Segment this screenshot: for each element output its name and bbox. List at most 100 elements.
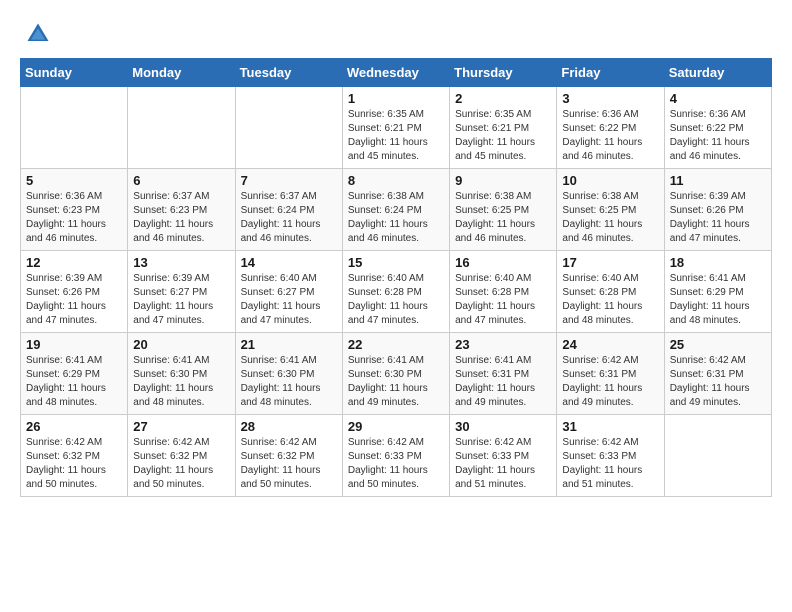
day-number: 30 [455,419,551,434]
calendar-cell [21,87,128,169]
calendar-cell: 26 Sunrise: 6:42 AM Sunset: 6:32 PM Dayli… [21,415,128,497]
logo [20,20,52,48]
day-number: 25 [670,337,766,352]
day-info: Sunrise: 6:35 AM Sunset: 6:21 PM Dayligh… [348,108,444,164]
day-info: Sunrise: 6:37 AM Sunset: 6:23 PM Dayligh… [133,190,229,246]
calendar-cell: 1 Sunrise: 6:35 AM Sunset: 6:21 PM Daylig… [342,87,449,169]
calendar-cell: 5 Sunrise: 6:36 AM Sunset: 6:23 PM Daylig… [21,169,128,251]
day-info: Sunrise: 6:36 AM Sunset: 6:22 PM Dayligh… [562,108,658,164]
day-info: Sunrise: 6:39 AM Sunset: 6:27 PM Dayligh… [133,272,229,328]
day-number: 20 [133,337,229,352]
day-info: Sunrise: 6:36 AM Sunset: 6:23 PM Dayligh… [26,190,122,246]
calendar-cell: 31 Sunrise: 6:42 AM Sunset: 6:33 PM Dayli… [557,415,664,497]
calendar-cell: 29 Sunrise: 6:42 AM Sunset: 6:33 PM Dayli… [342,415,449,497]
weekday-header-row: SundayMondayTuesdayWednesdayThursdayFrid… [21,59,772,87]
day-number: 3 [562,91,658,106]
day-info: Sunrise: 6:41 AM Sunset: 6:29 PM Dayligh… [670,272,766,328]
day-number: 9 [455,173,551,188]
calendar-cell: 8 Sunrise: 6:38 AM Sunset: 6:24 PM Daylig… [342,169,449,251]
week-row-1: 1 Sunrise: 6:35 AM Sunset: 6:21 PM Daylig… [21,87,772,169]
weekday-tuesday: Tuesday [235,59,342,87]
calendar-cell: 25Sunrise: 6:42 AM Sunset: 6:31 PM Dayli… [664,333,771,415]
calendar-cell: 7Sunrise: 6:37 AM Sunset: 6:24 PM Daylig… [235,169,342,251]
week-row-3: 12 Sunrise: 6:39 AM Sunset: 6:26 PM Dayli… [21,251,772,333]
calendar-cell: 21 Sunrise: 6:41 AM Sunset: 6:30 PM Dayli… [235,333,342,415]
day-info: Sunrise: 6:35 AM Sunset: 6:21 PM Dayligh… [455,108,551,164]
day-number: 21 [241,337,337,352]
day-info: Sunrise: 6:42 AM Sunset: 6:32 PM Dayligh… [26,436,122,492]
calendar-cell: 18Sunrise: 6:41 AM Sunset: 6:29 PM Dayli… [664,251,771,333]
day-number: 8 [348,173,444,188]
day-info: Sunrise: 6:42 AM Sunset: 6:33 PM Dayligh… [348,436,444,492]
calendar-cell: 28Sunrise: 6:42 AM Sunset: 6:32 PM Dayli… [235,415,342,497]
calendar-cell: 12 Sunrise: 6:39 AM Sunset: 6:26 PM Dayli… [21,251,128,333]
day-number: 23 [455,337,551,352]
calendar-cell: 3 Sunrise: 6:36 AM Sunset: 6:22 PM Daylig… [557,87,664,169]
day-number: 29 [348,419,444,434]
day-info: Sunrise: 6:41 AM Sunset: 6:31 PM Dayligh… [455,354,551,410]
day-info: Sunrise: 6:39 AM Sunset: 6:26 PM Dayligh… [670,190,766,246]
day-number: 10 [562,173,658,188]
day-number: 13 [133,255,229,270]
page: SundayMondayTuesdayWednesdayThursdayFrid… [0,0,792,517]
header [20,20,772,48]
day-number: 6 [133,173,229,188]
calendar-cell: 19Sunrise: 6:41 AM Sunset: 6:29 PM Dayli… [21,333,128,415]
day-info: Sunrise: 6:41 AM Sunset: 6:30 PM Dayligh… [133,354,229,410]
day-info: Sunrise: 6:39 AM Sunset: 6:26 PM Dayligh… [26,272,122,328]
weekday-monday: Monday [128,59,235,87]
day-number: 5 [26,173,122,188]
calendar-cell: 6 Sunrise: 6:37 AM Sunset: 6:23 PM Daylig… [128,169,235,251]
calendar-cell [128,87,235,169]
day-number: 26 [26,419,122,434]
week-row-5: 26 Sunrise: 6:42 AM Sunset: 6:32 PM Dayli… [21,415,772,497]
day-info: Sunrise: 6:37 AM Sunset: 6:24 PM Dayligh… [241,190,337,246]
calendar-cell: 10 Sunrise: 6:38 AM Sunset: 6:25 PM Dayli… [557,169,664,251]
day-info: Sunrise: 6:40 AM Sunset: 6:28 PM Dayligh… [455,272,551,328]
day-number: 17 [562,255,658,270]
week-row-4: 19Sunrise: 6:41 AM Sunset: 6:29 PM Dayli… [21,333,772,415]
day-info: Sunrise: 6:41 AM Sunset: 6:30 PM Dayligh… [241,354,337,410]
calendar-cell: 23 Sunrise: 6:41 AM Sunset: 6:31 PM Dayli… [450,333,557,415]
calendar-cell: 4 Sunrise: 6:36 AM Sunset: 6:22 PM Daylig… [664,87,771,169]
day-number: 16 [455,255,551,270]
calendar-cell: 30 Sunrise: 6:42 AM Sunset: 6:33 PM Dayli… [450,415,557,497]
day-info: Sunrise: 6:42 AM Sunset: 6:33 PM Dayligh… [562,436,658,492]
day-number: 1 [348,91,444,106]
weekday-saturday: Saturday [664,59,771,87]
day-info: Sunrise: 6:40 AM Sunset: 6:28 PM Dayligh… [562,272,658,328]
weekday-wednesday: Wednesday [342,59,449,87]
day-info: Sunrise: 6:41 AM Sunset: 6:30 PM Dayligh… [348,354,444,410]
day-number: 11 [670,173,766,188]
calendar-cell [664,415,771,497]
day-number: 28 [241,419,337,434]
week-row-2: 5 Sunrise: 6:36 AM Sunset: 6:23 PM Daylig… [21,169,772,251]
day-number: 12 [26,255,122,270]
weekday-friday: Friday [557,59,664,87]
day-number: 31 [562,419,658,434]
calendar-cell: 20 Sunrise: 6:41 AM Sunset: 6:30 PM Dayli… [128,333,235,415]
calendar-cell: 16 Sunrise: 6:40 AM Sunset: 6:28 PM Dayli… [450,251,557,333]
day-info: Sunrise: 6:42 AM Sunset: 6:33 PM Dayligh… [455,436,551,492]
day-info: Sunrise: 6:38 AM Sunset: 6:25 PM Dayligh… [562,190,658,246]
calendar-cell: 22 Sunrise: 6:41 AM Sunset: 6:30 PM Dayli… [342,333,449,415]
day-number: 2 [455,91,551,106]
day-number: 22 [348,337,444,352]
day-info: Sunrise: 6:41 AM Sunset: 6:29 PM Dayligh… [26,354,122,410]
calendar-cell: 27Sunrise: 6:42 AM Sunset: 6:32 PM Dayli… [128,415,235,497]
day-info: Sunrise: 6:38 AM Sunset: 6:24 PM Dayligh… [348,190,444,246]
weekday-thursday: Thursday [450,59,557,87]
day-number: 4 [670,91,766,106]
day-info: Sunrise: 6:40 AM Sunset: 6:28 PM Dayligh… [348,272,444,328]
day-info: Sunrise: 6:36 AM Sunset: 6:22 PM Dayligh… [670,108,766,164]
day-info: Sunrise: 6:40 AM Sunset: 6:27 PM Dayligh… [241,272,337,328]
calendar-cell: 17 Sunrise: 6:40 AM Sunset: 6:28 PM Dayli… [557,251,664,333]
day-info: Sunrise: 6:42 AM Sunset: 6:31 PM Dayligh… [562,354,658,410]
calendar-cell: 9 Sunrise: 6:38 AM Sunset: 6:25 PM Daylig… [450,169,557,251]
calendar-cell [235,87,342,169]
calendar-cell: 24Sunrise: 6:42 AM Sunset: 6:31 PM Dayli… [557,333,664,415]
day-number: 14 [241,255,337,270]
day-info: Sunrise: 6:38 AM Sunset: 6:25 PM Dayligh… [455,190,551,246]
day-number: 27 [133,419,229,434]
day-number: 15 [348,255,444,270]
